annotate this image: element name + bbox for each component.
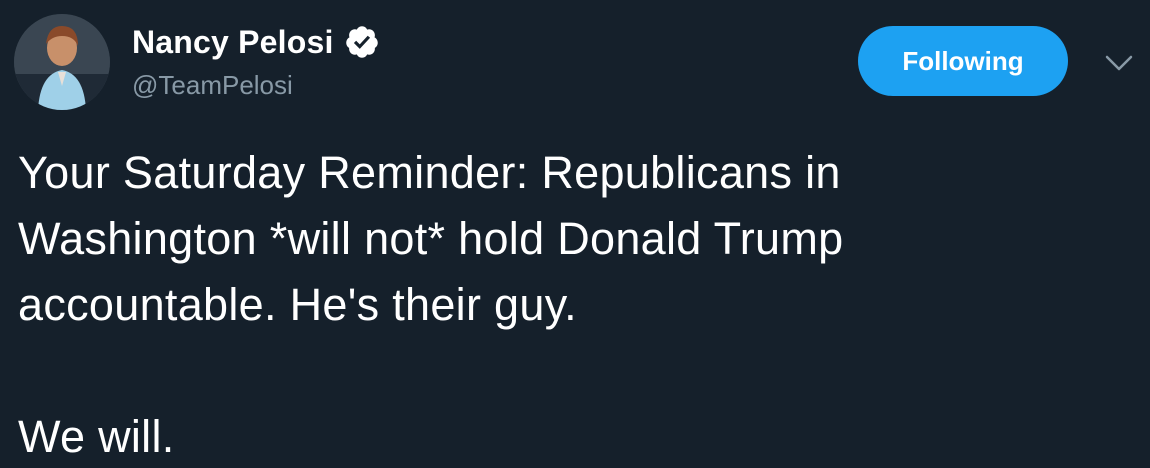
avatar[interactable]: [14, 14, 110, 110]
tweet-paragraph: Your Saturday Reminder: Republicans in W…: [18, 147, 844, 330]
author-info: Nancy Pelosi @TeamPelosi: [132, 20, 380, 101]
display-name[interactable]: Nancy Pelosi: [132, 24, 334, 61]
chevron-down-icon[interactable]: [1104, 52, 1134, 74]
following-button[interactable]: Following: [858, 26, 1068, 96]
user-handle[interactable]: @TeamPelosi: [132, 70, 380, 101]
tweet-text: Your Saturday Reminder: Republicans in W…: [18, 140, 1128, 468]
verified-badge-icon: [345, 26, 378, 58]
profile-photo-icon: [14, 14, 110, 110]
tweet-card: Nancy Pelosi @TeamPelosi Following Your …: [0, 0, 1150, 468]
name-row: Nancy Pelosi: [132, 20, 380, 64]
tweet-paragraph: We will.: [18, 411, 175, 462]
